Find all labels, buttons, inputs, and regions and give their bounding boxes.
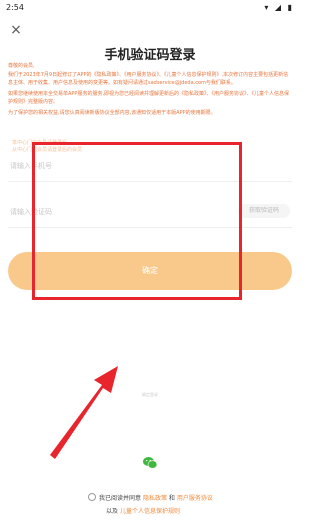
agree-and: 和 [168, 495, 175, 502]
notice-paragraph-1: 我们于2023年7月9日起修订了APP的《隐私政策》、《用户服务协议》、《儿童个… [8, 72, 289, 86]
notice-greeting: 尊敬的会员, [8, 63, 35, 69]
agree-row2-prefix: 以及 [106, 508, 119, 515]
children-rules-link[interactable]: 儿童个人信息保护规则 [120, 508, 180, 515]
status-bar: 2:54 ▾ ◢ ▮ [0, 0, 300, 18]
agree-prefix: 我已阅读并同意 [99, 495, 142, 502]
annotation-box [32, 142, 242, 300]
wechat-icon[interactable] [142, 455, 158, 471]
page-title: 手机验证码登录 [104, 48, 196, 63]
privacy-link[interactable]: 隐私政策 [143, 495, 167, 502]
status-icons: ▾ ◢ ▮ [264, 3, 294, 12]
close-icon[interactable]: × [8, 22, 24, 38]
small-confirm-text: 确定登录 [142, 392, 158, 397]
notice-paragraph-3: 为了保护您的相关权益,请您认真阅读新版协议全部内容,该通知仅适用于本版APP的使… [8, 110, 216, 116]
agree-radio[interactable] [88, 493, 96, 501]
privacy-notice: 尊敬的会员, 我们于2023年7月9日起修订了APP的《隐私政策》、《用户服务协… [8, 62, 292, 120]
get-code-button[interactable]: 获取验证码 [238, 204, 290, 218]
status-time: 2:54 [6, 3, 24, 12]
service-link[interactable]: 用户服务协议 [177, 495, 213, 502]
notice-paragraph-2: 如果您继续使用本全交易单APP服务的服务,即视为您已经阅读并理解更新后的《隐私政… [8, 91, 290, 105]
